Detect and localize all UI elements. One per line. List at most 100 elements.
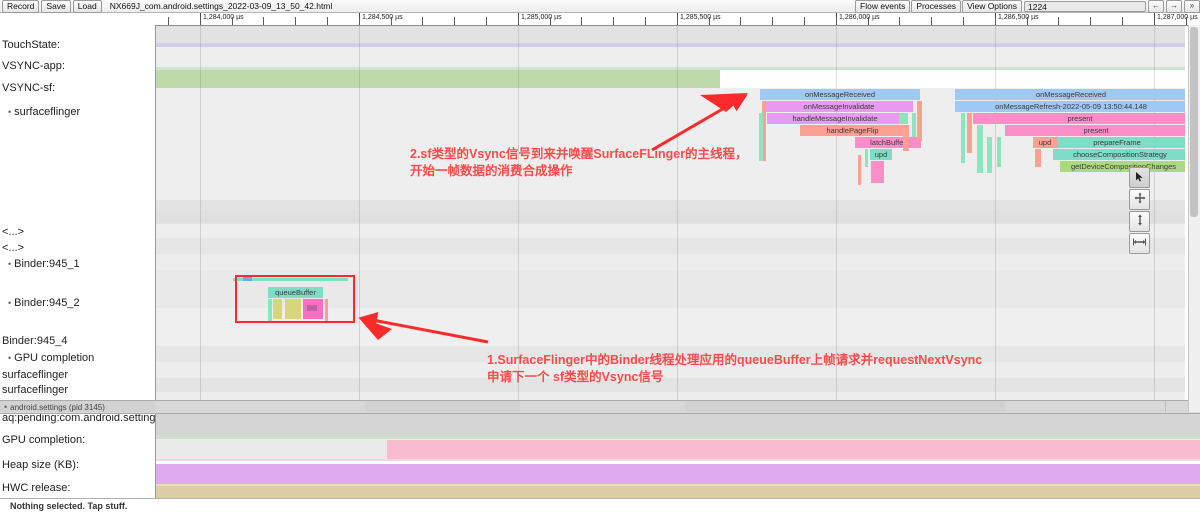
ruler-minor-tick [232, 17, 233, 25]
sidebar-item-surfaceflinger[interactable]: •surfaceflinger [0, 106, 80, 118]
lower-sidebar-item-gpu-completion[interactable]: GPU completion: [0, 434, 85, 446]
sidebar-item-vsync-app[interactable]: VSYNC-app: [0, 60, 65, 72]
bullet-icon: • [8, 107, 11, 117]
slice-tick[interactable] [917, 101, 922, 141]
slice-getdevicecompositionchanges[interactable]: getDeviceCompositionChanges [1060, 161, 1185, 172]
save-button[interactable]: Save [41, 0, 70, 13]
lower-sidebar-item-hwc-release[interactable]: HWC release: [0, 482, 70, 494]
vertical-scrollbar[interactable] [1188, 25, 1200, 412]
bullet-icon: • [8, 353, 11, 363]
ruler-tick-label: 1,285,500 µs [678, 13, 721, 22]
slice-handlemessageinvalidate[interactable]: handleMessageInvalidate [767, 113, 903, 124]
ruler-minor-tick [1090, 17, 1091, 25]
search-input[interactable]: 1224 [1024, 1, 1146, 12]
slice-label: handlePageFlip [800, 125, 905, 135]
ruler-minor-tick [677, 17, 678, 25]
sidebar-item-vsync-sf[interactable]: VSYNC-sf: [0, 82, 55, 94]
slice-label: handleMessageInvalidate [767, 113, 903, 123]
sidebar-item-label: surfaceflinger [2, 369, 68, 381]
hwc-release-band[interactable] [155, 486, 1200, 498]
lower-timeline-track-area[interactable] [155, 412, 1200, 500]
slice-upd[interactable]: upd [870, 149, 892, 160]
ruler-minor-tick [836, 17, 837, 25]
process-strip[interactable]: •android.settings (pid 3145) X [0, 400, 1200, 414]
slice-handlepageflip[interactable]: handlePageFlip [800, 125, 905, 136]
sidebar-item-[interactable]: <...> [0, 226, 24, 238]
ruler-minor-tick [1154, 17, 1155, 25]
slice-tick[interactable] [912, 113, 916, 137]
sidebar-item-surfaceflinger[interactable]: surfaceflinger [0, 384, 68, 396]
ruler-minor-tick [613, 17, 614, 25]
process-segment-2[interactable] [365, 401, 521, 412]
load-button[interactable]: Load [73, 0, 102, 13]
slice-choosecompositionstrategy[interactable]: chooseCompositionStrategy [1053, 149, 1185, 160]
slice-present[interactable]: present [1005, 125, 1185, 136]
slice-tick[interactable] [997, 137, 1001, 167]
pan-move-tool-button[interactable] [1129, 189, 1150, 210]
search-more-button[interactable]: » [1184, 0, 1200, 13]
search-prev-button[interactable]: ← [1148, 0, 1164, 13]
zoom-vertical-tool-button[interactable] [1129, 211, 1150, 232]
slice-tick[interactable] [865, 149, 868, 167]
slice-tick[interactable] [871, 161, 884, 183]
heap-size-band[interactable] [155, 464, 1200, 484]
ruler-minor-tick [899, 17, 900, 25]
slice-onmessagereceived[interactable]: onMessageReceived [760, 89, 920, 100]
gpu-completion-band[interactable] [387, 440, 1200, 459]
record-button[interactable]: Record [2, 0, 39, 13]
slice-tick[interactable] [1035, 149, 1041, 167]
slice-tick[interactable] [903, 125, 909, 151]
track-label-column: TouchState:VSYNC-app:VSYNC-sf:•surfacefl… [0, 13, 156, 412]
slice-latchbuffer[interactable]: latchBuffer [855, 137, 921, 148]
sidebar-item-binder-945-2[interactable]: •Binder:945_2 [0, 297, 80, 309]
sidebar-item-binder-945-1[interactable]: •Binder:945_1 [0, 258, 80, 270]
flow-events-button[interactable]: Flow events [855, 0, 910, 13]
time-marker-tool-button[interactable] [1129, 233, 1150, 254]
slice-label: upd [1033, 137, 1057, 147]
ruler-minor-tick [1122, 17, 1123, 25]
ruler-minor-tick [581, 17, 582, 25]
ruler-minor-tick [327, 17, 328, 25]
slice-tick[interactable] [858, 155, 861, 185]
slice-tick[interactable] [977, 125, 983, 173]
vertical-scrollbar-thumb[interactable] [1190, 27, 1198, 217]
slice-onmessagereceived[interactable]: onMessageReceived [955, 89, 1185, 100]
slice-onmessageinvalidate[interactable]: onMessageInvalidate [765, 101, 913, 112]
sidebar-item-label: VSYNC-sf: [2, 82, 55, 94]
ruler-minor-tick [740, 17, 741, 25]
cursor-select-tool-button[interactable] [1129, 167, 1150, 188]
lower-sidebar-item-heap-size-kb[interactable]: Heap size (KB): [0, 459, 79, 471]
sidebar-item-binder-945-4[interactable]: Binder:945_4 [0, 335, 67, 347]
process-segment-3[interactable] [520, 401, 686, 412]
track-row-vsync-app [155, 47, 1185, 67]
slice-onmessagerefresh-2022-05-09-13-50-44-148[interactable]: onMessageRefresh-2022-05-09 13:50:44.148 [955, 101, 1185, 112]
slice-tick[interactable] [961, 113, 965, 163]
time-ruler[interactable]: 1,284,000 µs1,284,500 µs1,285,000 µs1,28… [155, 13, 1200, 26]
sidebar-item-surfaceflinger[interactable]: surfaceflinger [0, 369, 68, 381]
processes-button[interactable]: Processes [911, 0, 961, 13]
search-next-button[interactable]: → [1166, 0, 1182, 13]
slice-label: upd [870, 149, 892, 159]
slice-tick[interactable] [967, 113, 972, 153]
aq-pending-row [155, 412, 1200, 438]
sidebar-item-[interactable]: <...> [0, 242, 24, 254]
slice-label: present [973, 113, 1185, 123]
slice-tick[interactable] [759, 113, 763, 161]
ruler-minor-tick [295, 17, 296, 25]
slice-present[interactable]: present [973, 113, 1185, 124]
view-options-button[interactable]: View Options [962, 0, 1022, 13]
ruler-minor-tick [1186, 17, 1187, 25]
sidebar-item-gpu-completion[interactable]: •GPU completion [0, 352, 94, 364]
sidebar-item-label: GPU completion [14, 352, 94, 364]
slice-prepareframe[interactable]: prepareFrame [1047, 137, 1185, 148]
slice-upd[interactable]: upd [1033, 137, 1057, 148]
ruler-tick-label: 1,285,000 µs [519, 13, 562, 22]
sidebar-item-touchstate[interactable]: TouchState: [0, 39, 60, 51]
process-segment-4[interactable] [685, 401, 1006, 412]
process-segment-1[interactable] [155, 401, 366, 412]
process-segment-5[interactable] [1005, 401, 1166, 412]
slice-tick[interactable] [987, 137, 992, 173]
slice-tick[interactable] [899, 113, 908, 124]
ruler-minor-tick [200, 17, 201, 25]
ruler-minor-tick [963, 17, 964, 25]
